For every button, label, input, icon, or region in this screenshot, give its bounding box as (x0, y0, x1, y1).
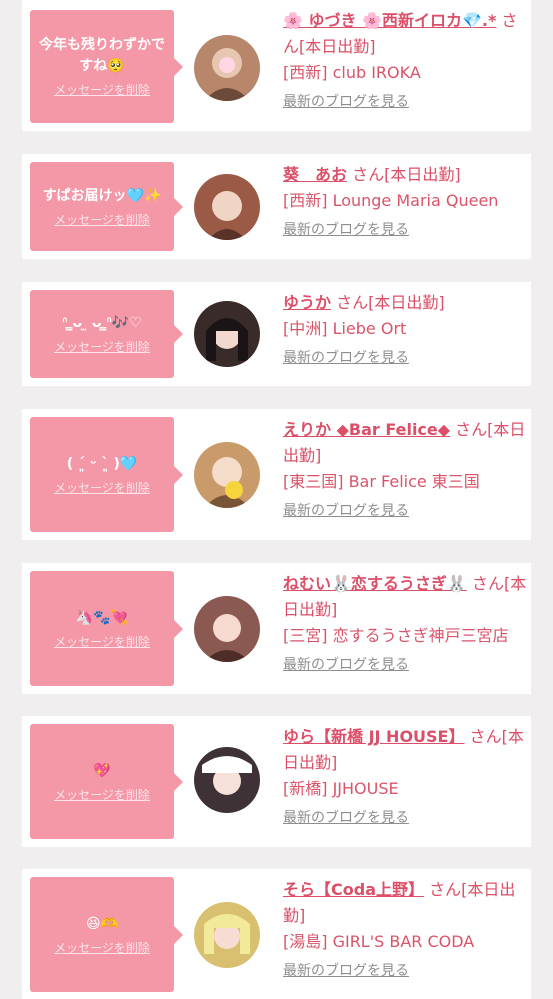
delete-message-link[interactable]: メッセージを削除 (54, 940, 150, 956)
blog-link[interactable]: 最新のブログを見る (283, 961, 409, 981)
cast-info: 🌸 ゆづき 🌸西新イロカ💎.* さん[本日出勤] [西新] club IROKA… (283, 8, 529, 112)
message-text: ( ´͈ ᵕ `͈ )🩵 (66, 455, 138, 472)
message-text: 🦄🐾💘 (75, 609, 129, 626)
cast-suffix: さん[本日出勤] (331, 293, 445, 312)
message-bubble: 😆🫶 メッセージを削除 (30, 877, 183, 992)
cast-info: えりか ◆Bar Felice◆ さん[本日出勤] [東三国] Bar Feli… (283, 417, 529, 521)
message-bubble: すぱお届けッ🩵✨ メッセージを削除 (30, 162, 183, 251)
avatar[interactable] (194, 747, 260, 813)
blog-link[interactable]: 最新のブログを見る (283, 655, 409, 675)
cast-info: 葵 あお さん[本日出勤] [西新] Lounge Maria Queen 最新… (283, 162, 529, 240)
list-item: すぱお届けッ🩵✨ メッセージを削除 葵 あお さん[本日出勤] [西新] Lou… (22, 154, 531, 259)
delete-message-link[interactable]: メッセージを削除 (54, 480, 150, 496)
message-text: 😆🫶 (85, 915, 119, 932)
delete-message-link[interactable]: メッセージを削除 (54, 212, 150, 228)
shop-name: [湯島] GIRL'S BAR CODA (283, 932, 475, 951)
cast-info: ゆら【新橋 JJ HOUSE】 さん[本日出勤] [新橋] JJHOUSE 最新… (283, 724, 529, 828)
cast-name-link[interactable]: ゆうか (283, 293, 331, 312)
cast-name-link[interactable]: ゆら【新橋 JJ HOUSE】 (283, 727, 465, 746)
delete-message-link[interactable]: メッセージを削除 (54, 787, 150, 803)
shop-name: [西新] Lounge Maria Queen (283, 191, 499, 210)
message-bubble: ᐢ ̳ᴗ ̫ ᴗ ̳ᐢ🎶♡ メッセージを削除 (30, 290, 183, 378)
message-bubble: 🦄🐾💘 メッセージを削除 (30, 571, 183, 686)
shop-name: [西新] club IROKA (283, 63, 421, 82)
message-bubble: 今年も残りわずかですね🥺 メッセージを削除 (30, 10, 183, 123)
blog-link[interactable]: 最新のブログを見る (283, 220, 409, 240)
cast-info: ゆうか さん[本日出勤] [中洲] Liebe Ort 最新のブログを見る (283, 290, 529, 368)
cast-info: ねむい🐰恋するうさぎ🐰 さん[本日出勤] [三宮] 恋するうさぎ神戸三宮店 最新… (283, 571, 529, 675)
delete-message-link[interactable]: メッセージを削除 (54, 339, 150, 355)
message-text: すぱお届けッ🩵✨ (42, 187, 162, 204)
cast-name-link[interactable]: えりか ◆Bar Felice◆ (283, 420, 450, 439)
delete-message-link[interactable]: メッセージを削除 (54, 82, 150, 98)
shop-name: [中洲] Liebe Ort (283, 319, 407, 338)
blog-link[interactable]: 最新のブログを見る (283, 92, 409, 112)
shop-name: [新橋] JJHOUSE (283, 779, 399, 798)
list-item: ᐢ ̳ᴗ ̫ ᴗ ̳ᐢ🎶♡ メッセージを削除 ゆうか さん[本日出勤] [中洲]… (22, 282, 531, 386)
message-text: 今年も残りわずかですね🥺 (39, 37, 165, 74)
blog-link[interactable]: 最新のブログを見る (283, 348, 409, 368)
avatar[interactable] (194, 301, 260, 367)
list-item: 💖 メッセージを削除 ゆら【新橋 JJ HOUSE】 さん[本日出勤] [新橋]… (22, 716, 531, 847)
cast-name-link[interactable]: 🌸 ゆづき 🌸西新イロカ💎.* (283, 11, 496, 30)
list-item: ( ´͈ ᵕ `͈ )🩵 メッセージを削除 えりか ◆Bar Felice◆ さ… (22, 409, 531, 540)
avatar[interactable] (194, 902, 260, 968)
blog-link[interactable]: 最新のブログを見る (283, 501, 409, 521)
list-item: 🦄🐾💘 メッセージを削除 ねむい🐰恋するうさぎ🐰 さん[本日出勤] [三宮] 恋… (22, 563, 531, 694)
cast-name-link[interactable]: ねむい🐰恋するうさぎ🐰 (283, 574, 467, 593)
cast-info: そら【Coda上野】 さん[本日出勤] [湯島] GIRL'S BAR CODA… (283, 877, 529, 981)
delete-message-link[interactable]: メッセージを削除 (54, 634, 150, 650)
list-item: 😆🫶 メッセージを削除 そら【Coda上野】 さん[本日出勤] [湯島] GIR… (22, 869, 531, 999)
avatar[interactable] (194, 35, 260, 101)
message-text: ᐢ ̳ᴗ ̫ ᴗ ̳ᐢ🎶♡ (62, 315, 142, 331)
avatar[interactable] (194, 174, 260, 240)
message-bubble: 💖 メッセージを削除 (30, 724, 183, 839)
list-item: 今年も残りわずかですね🥺 メッセージを削除 🌸 ゆづき 🌸西新イロカ💎.* さん… (22, 0, 531, 131)
message-bubble: ( ´͈ ᵕ `͈ )🩵 メッセージを削除 (30, 417, 183, 532)
avatar[interactable] (194, 442, 260, 508)
shop-name: [東三国] Bar Felice 東三国 (283, 472, 480, 491)
cast-name-link[interactable]: そら【Coda上野】 (283, 880, 424, 899)
blog-link[interactable]: 最新のブログを見る (283, 808, 409, 828)
shop-name: [三宮] 恋するうさぎ神戸三宮店 (283, 626, 509, 645)
cast-suffix: さん[本日出勤] (347, 165, 461, 184)
avatar[interactable] (194, 596, 260, 662)
message-text: 💖 (93, 762, 111, 779)
cast-name-link[interactable]: 葵 あお (283, 165, 347, 184)
